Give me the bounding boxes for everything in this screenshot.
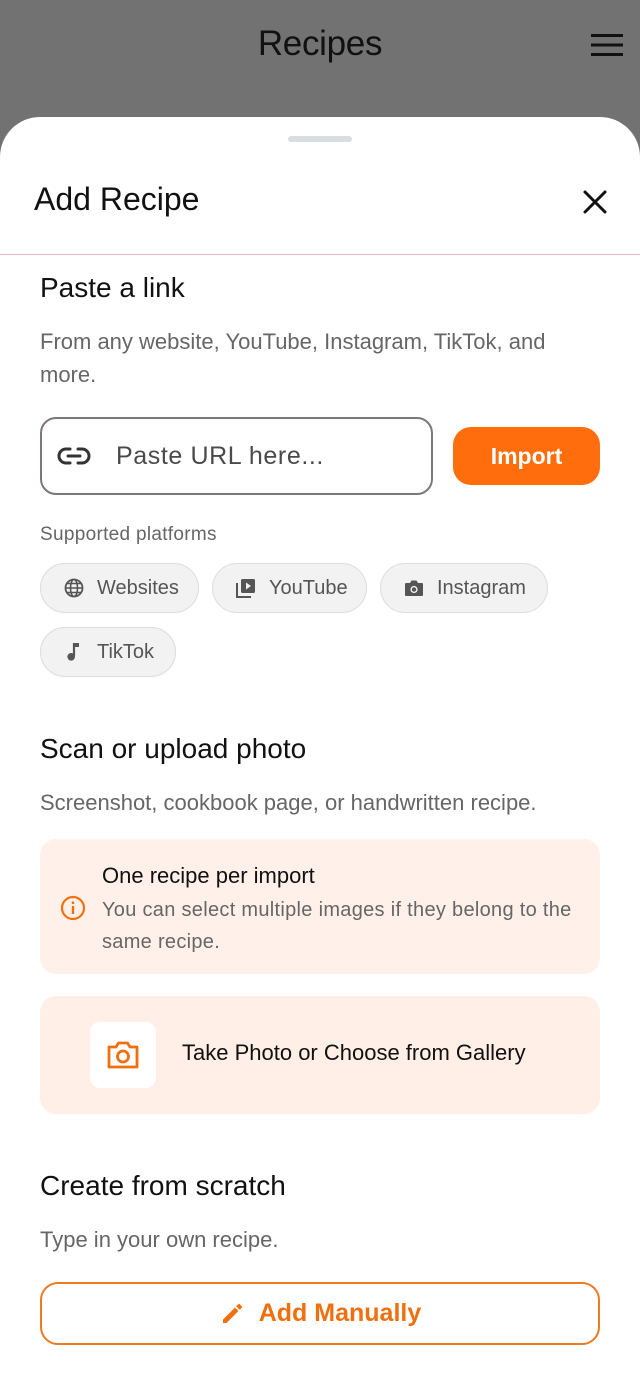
link-icon [56, 438, 92, 474]
camera-icon [107, 1041, 139, 1069]
supported-platforms-label: Supported platforms [40, 524, 217, 545]
url-field[interactable] [40, 417, 433, 495]
platform-chip-websites: Websites [40, 563, 199, 613]
drag-handle[interactable] [288, 136, 352, 142]
chip-label: Instagram [437, 576, 526, 599]
info-text: You can select multiple images if they b… [102, 899, 572, 953]
scratch-section-description: Type in your own recipe. [40, 1227, 279, 1252]
import-button[interactable]: Import [453, 427, 600, 485]
close-button[interactable] [580, 187, 610, 217]
music-note-icon [63, 641, 85, 663]
camera-icon [403, 577, 425, 599]
platform-chip-instagram: Instagram [380, 563, 548, 613]
app-header: Recipes [0, 0, 640, 120]
photo-section-title: Scan or upload photo [40, 733, 307, 764]
scratch-section-title: Create from scratch [40, 1170, 286, 1201]
photo-section-description: Screenshot, cookbook page, or handwritte… [40, 790, 537, 815]
info-title: One recipe per import [102, 863, 315, 888]
platform-chip-tiktok: TikTok [40, 627, 176, 677]
take-photo-button[interactable]: Take Photo or Choose from Gallery [40, 996, 600, 1114]
app-title: Recipes [257, 24, 383, 63]
link-section-title: Paste a link [40, 272, 185, 303]
take-photo-label: Take Photo or Choose from Gallery [182, 1040, 526, 1065]
add-manually-label: Add Manually [258, 1299, 422, 1327]
pencil-icon [219, 1301, 245, 1327]
url-input[interactable] [116, 441, 396, 471]
camera-icon-container [90, 1022, 156, 1088]
sheet-title: Add Recipe [34, 181, 200, 217]
sheet-divider [0, 254, 640, 255]
add-recipe-sheet: Add Recipe Paste a link From any website… [0, 117, 640, 1385]
add-manually-button[interactable]: Add Manually [40, 1282, 600, 1345]
close-icon [583, 190, 607, 214]
menu-button[interactable] [590, 30, 624, 60]
platform-chip-youtube: YouTube [212, 563, 367, 613]
hamburger-menu-icon [591, 34, 623, 56]
video-library-icon [235, 577, 257, 599]
globe-icon [63, 577, 85, 599]
chip-label: Websites [97, 576, 179, 599]
link-section-description: From any website, YouTube, Instagram, Ti… [40, 329, 546, 387]
info-icon [60, 895, 86, 921]
info-card: One recipe per import You can select mul… [40, 839, 600, 974]
chip-label: TikTok [97, 640, 155, 663]
chip-label: YouTube [269, 576, 348, 599]
